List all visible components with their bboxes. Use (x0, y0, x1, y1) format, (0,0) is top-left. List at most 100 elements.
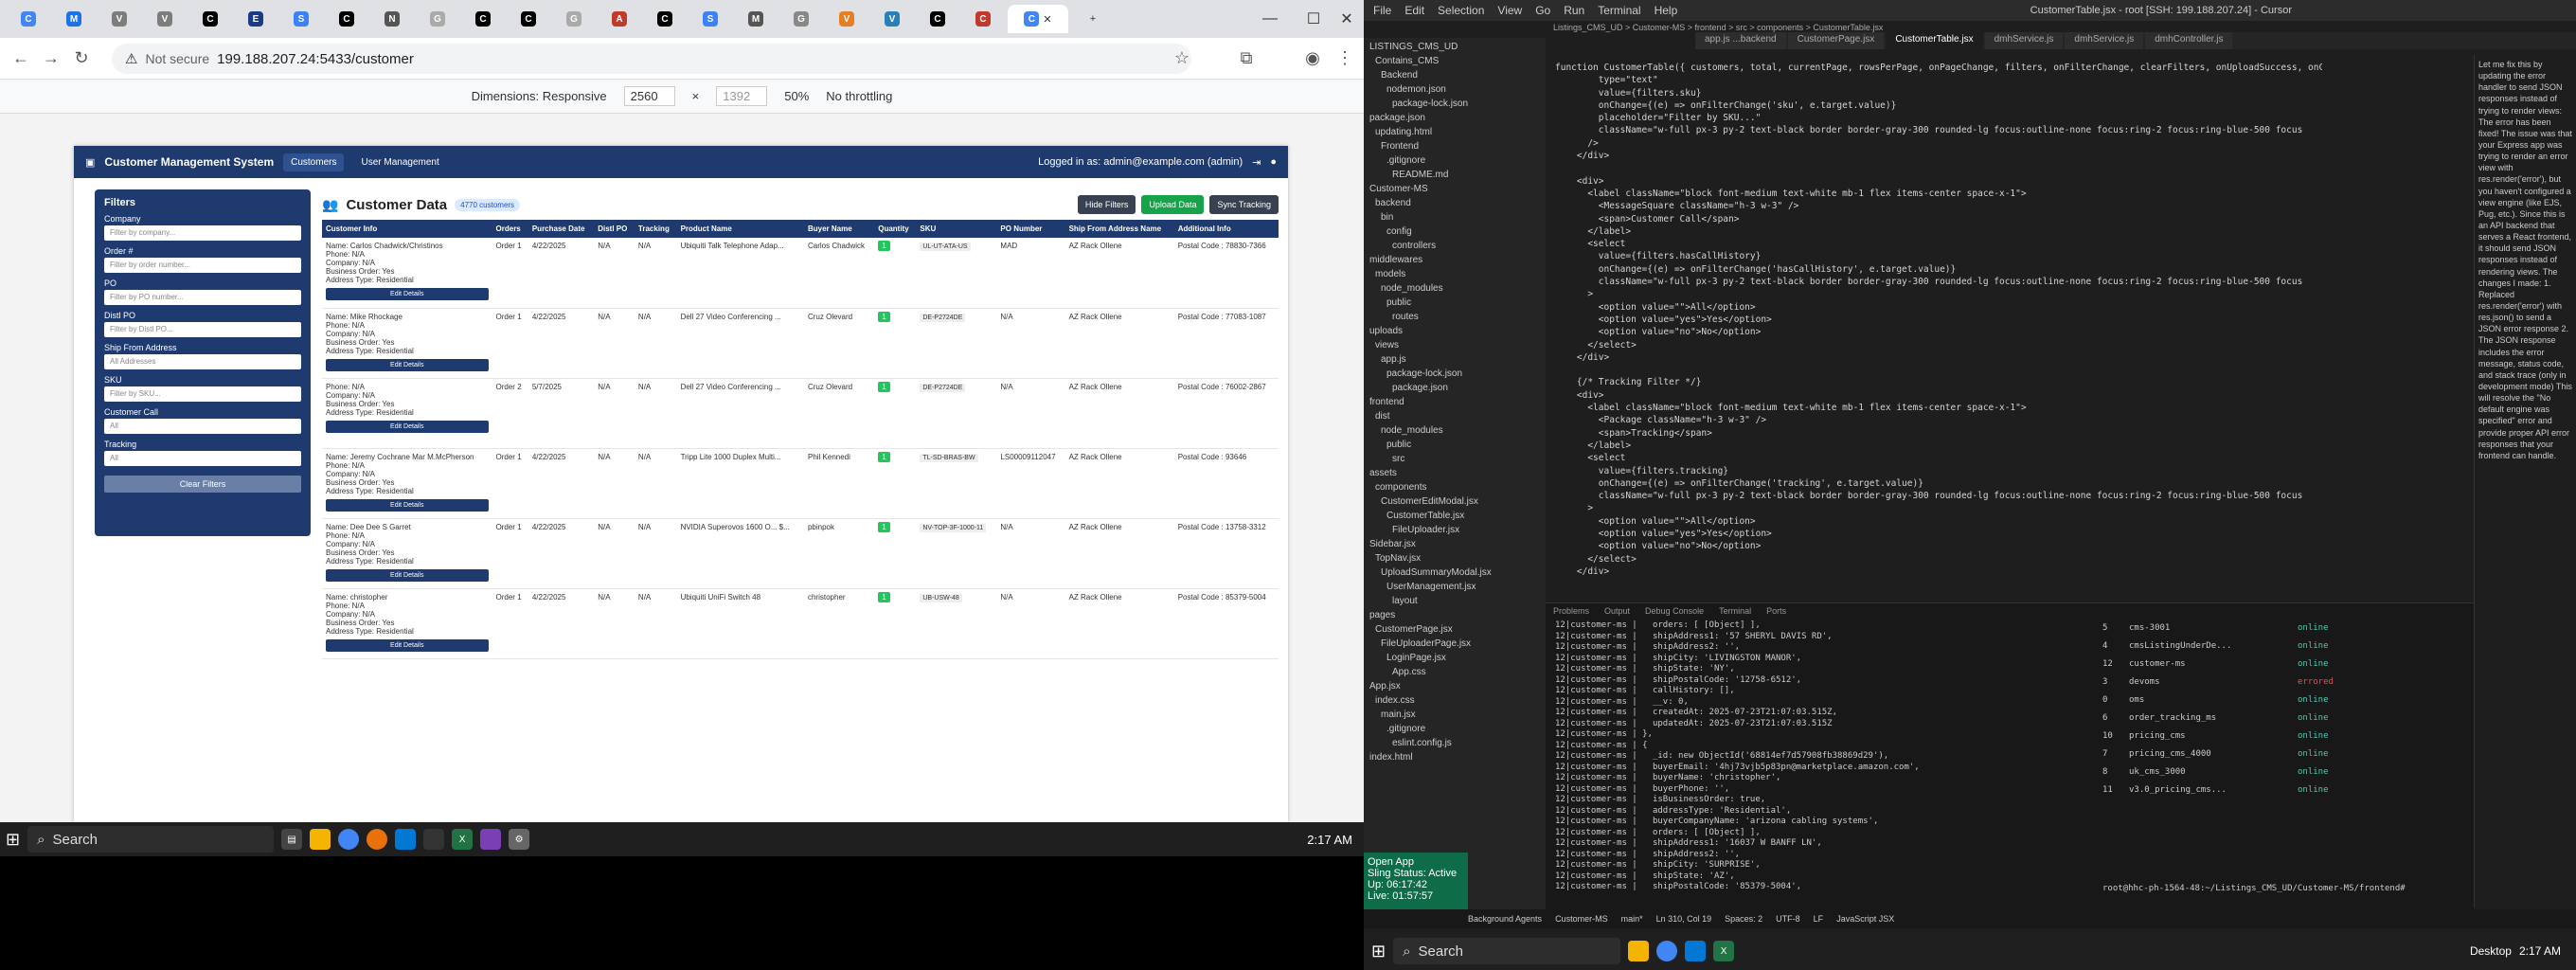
tree-item[interactable]: pages (1369, 610, 1540, 624)
tree-item[interactable]: views (1369, 340, 1540, 354)
browser-tab[interactable]: G (780, 5, 822, 33)
file-explorer-icon[interactable] (310, 829, 331, 850)
excel-icon[interactable]: X (1713, 941, 1735, 961)
menu-terminal[interactable]: Terminal (1598, 4, 1640, 17)
edit-details-button[interactable]: Edit Details (326, 358, 489, 371)
filter-input[interactable]: Filter by order number... (104, 258, 301, 273)
height-input[interactable]: 1392 (716, 86, 768, 106)
header-button[interactable]: Sync Tracking (1209, 195, 1279, 214)
url-bar[interactable]: ⚠ Not secure 199.188.207.24:5433/custome… (112, 44, 1191, 74)
file-explorer-icon[interactable] (1628, 941, 1650, 961)
bookmark-icon[interactable]: ☆ (1167, 44, 1197, 74)
browser-tab[interactable]: A (599, 5, 640, 33)
browser-tab[interactable]: E (235, 5, 277, 33)
tree-item[interactable]: UploadSummaryModal.jsx (1369, 567, 1540, 582)
order-link[interactable]: Order 2 (496, 383, 525, 391)
terminal-tab[interactable]: Debug Console (1645, 606, 1704, 616)
status-item[interactable]: JavaScript JSX (1836, 914, 1894, 924)
tree-item[interactable]: App.css (1369, 667, 1540, 681)
tree-item[interactable]: config (1369, 226, 1540, 241)
browser-tab[interactable]: S (280, 5, 322, 33)
tree-item[interactable]: App.jsx (1369, 681, 1540, 695)
width-input[interactable]: 2560 (623, 86, 675, 106)
tree-item[interactable]: middlewares (1369, 255, 1540, 269)
tree-item[interactable]: index.css (1369, 695, 1540, 710)
tree-item[interactable]: public (1369, 440, 1540, 454)
tree-item[interactable]: CustomerPage.jsx (1369, 624, 1540, 638)
menu-icon[interactable]: ⋮ (1330, 44, 1360, 74)
browser-tab[interactable]: C (508, 5, 549, 33)
status-item[interactable]: LF (1814, 914, 1824, 924)
cursor-icon[interactable] (423, 829, 445, 850)
header-button[interactable]: Upload Data (1141, 195, 1205, 214)
minimize-icon[interactable]: — (1248, 0, 1292, 38)
filter-input[interactable]: All Addresses (104, 354, 301, 369)
tree-item[interactable]: frontend (1369, 397, 1540, 411)
desktop-label[interactable]: Desktop (2470, 944, 2512, 958)
tree-item[interactable]: README.md (1369, 170, 1540, 184)
tree-item[interactable]: models (1369, 269, 1540, 283)
tree-item[interactable]: CustomerEditModal.jsx (1369, 496, 1540, 511)
filter-input[interactable]: Filter by company... (104, 225, 301, 241)
tab-close-icon[interactable]: ✕ (1043, 13, 1051, 26)
profile-icon[interactable]: ◉ (1297, 44, 1328, 74)
tree-item[interactable]: TopNav.jsx (1369, 553, 1540, 567)
editor-tab[interactable]: app.js ...backend (1695, 32, 1786, 49)
status-item[interactable]: Background Agents (1468, 914, 1542, 924)
tree-item[interactable]: .gitignore (1369, 155, 1540, 170)
status-item[interactable]: main* (1621, 914, 1643, 924)
tree-item[interactable]: FileUploaderPage.jsx (1369, 638, 1540, 653)
tree-item[interactable]: assets (1369, 468, 1540, 482)
browser-tab[interactable]: C (326, 5, 367, 33)
editor-tab[interactable]: dmhService.js (2065, 32, 2144, 49)
tree-item[interactable]: package-lock.json (1369, 368, 1540, 383)
tree-item[interactable]: app.js (1369, 354, 1540, 368)
editor-tab[interactable]: CustomerTable.jsx (1886, 32, 1983, 49)
status-item[interactable]: Customer-MS (1555, 914, 1608, 924)
tree-item[interactable]: LoginPage.jsx (1369, 653, 1540, 667)
order-link[interactable]: Order 1 (496, 313, 525, 321)
taskbar-search-right[interactable]: ⌕ Search (1393, 938, 1621, 964)
status-item[interactable]: UTF-8 (1776, 914, 1800, 924)
edit-details-button[interactable]: Edit Details (326, 638, 489, 652)
filter-input[interactable]: All (104, 419, 301, 434)
terminal-tab[interactable]: Problems (1553, 606, 1589, 616)
tree-item[interactable]: bin (1369, 212, 1540, 226)
tree-item[interactable]: CustomerTable.jsx (1369, 511, 1540, 525)
menu-go[interactable]: Go (1535, 4, 1550, 17)
browser-tab[interactable]: M (735, 5, 777, 33)
close-icon[interactable]: ✕ (1330, 0, 1364, 38)
windows-start-icon[interactable]: ⊞ (1371, 942, 1386, 961)
chrome-icon[interactable] (338, 829, 360, 850)
tree-item[interactable]: node_modules (1369, 425, 1540, 440)
filter-input[interactable]: Filter by SKU... (104, 386, 301, 402)
tree-item[interactable]: eslint.config.js (1369, 738, 1540, 752)
status-item[interactable]: Spaces: 2 (1725, 914, 1762, 924)
filter-input[interactable]: Filter by Distl PO... (104, 322, 301, 337)
terminal-tab[interactable]: Ports (1766, 606, 1786, 616)
tree-item[interactable]: Customer-MS (1369, 184, 1540, 198)
tree-item[interactable]: FileUploader.jsx (1369, 525, 1540, 539)
edit-details-button[interactable]: Edit Details (326, 288, 489, 300)
new-tab-icon[interactable]: + (1072, 5, 1114, 33)
browser-tab-active[interactable]: C ✕ (1008, 5, 1068, 33)
menu-edit[interactable]: Edit (1404, 4, 1424, 17)
menu-selection[interactable]: Selection (1438, 4, 1484, 17)
browser-tab[interactable]: V (871, 5, 913, 33)
forward-icon[interactable]: → (36, 44, 66, 74)
tree-item[interactable]: UserManagement.jsx (1369, 582, 1540, 596)
tree-item[interactable]: main.jsx (1369, 710, 1540, 724)
settings-icon[interactable]: ⚙ (509, 829, 530, 850)
tree-item[interactable]: src (1369, 454, 1540, 468)
tree-item[interactable]: index.html (1369, 752, 1540, 766)
vscode-icon[interactable] (1685, 941, 1707, 961)
zoom-select[interactable]: 50% (784, 89, 809, 103)
tree-item[interactable]: package.json (1369, 113, 1540, 127)
browser-tab[interactable]: C (8, 5, 49, 33)
tree-item[interactable]: node_modules (1369, 283, 1540, 297)
browser-tab[interactable]: C (962, 5, 1004, 33)
terminal-tab[interactable]: Terminal (1719, 606, 1751, 616)
menu-file[interactable]: File (1373, 4, 1391, 17)
logout-icon[interactable]: ⇥ (1252, 156, 1261, 169)
browser-tab[interactable]: V (98, 5, 140, 33)
